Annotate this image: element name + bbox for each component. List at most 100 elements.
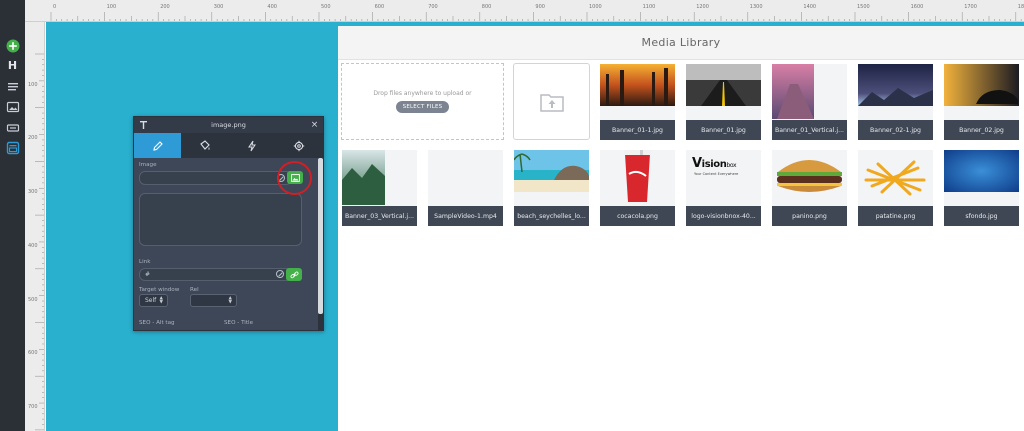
tab-actions[interactable]: [228, 133, 275, 158]
media-file-tile[interactable]: Banner_02.jpg: [944, 64, 1019, 140]
image-url-field[interactable]: [139, 171, 292, 185]
link-value: #: [145, 271, 151, 278]
media-thumbnail: [600, 64, 675, 119]
media-file-name: beach_seychelles_lo...: [514, 206, 589, 226]
media-file-tile[interactable]: Banner_01-1.jpg: [600, 64, 675, 140]
image-icon[interactable]: [4, 99, 21, 114]
media-file-tile[interactable]: panino.png: [772, 150, 847, 226]
media-file-name: Banner_01_Vertical.j...: [772, 120, 847, 140]
media-thumbnail: [944, 64, 1019, 119]
media-file-name: panino.png: [772, 206, 847, 226]
vertical-ruler: 100 200 300 400 500 600 700: [25, 22, 45, 431]
media-file-tile[interactable]: Banner_02-1.jpg: [858, 64, 933, 140]
ruler-label: 1000: [589, 4, 602, 10]
upload-dropzone[interactable]: Drop files anywhere to upload or SELECT …: [341, 63, 504, 140]
ruler-label: 900: [535, 4, 545, 10]
pencil-icon: [152, 140, 163, 151]
image-properties-panel: image.png × Image Link # Target window R…: [133, 116, 324, 331]
media-file-tile[interactable]: Banner_01.jpg: [686, 64, 761, 140]
media-file-tile[interactable]: SampleVideo-1.mp4: [428, 150, 503, 226]
rel-select[interactable]: ▲ ▼: [190, 294, 237, 307]
ruler-label: 1500: [857, 4, 870, 10]
media-thumbnail: [858, 64, 933, 119]
media-file-tile[interactable]: Banner_01_Vertical.j...: [772, 64, 847, 140]
media-file-name: sfondo.jpg: [944, 206, 1019, 226]
media-thumbnail: [428, 150, 503, 205]
media-file-name: Banner_02-1.jpg: [858, 120, 933, 140]
media-file-name: Banner_01.jpg: [686, 120, 761, 140]
pick-link-button[interactable]: [286, 268, 302, 281]
media-thumbnail: [600, 150, 675, 205]
ruler-label: 400: [267, 4, 277, 10]
link-icon: [290, 271, 298, 278]
media-file-name: SampleVideo-1.mp4: [428, 206, 503, 226]
media-thumbnail: [514, 150, 589, 205]
logo-word-a: ision: [701, 159, 727, 170]
panel-title: image.png: [211, 121, 246, 129]
close-icon[interactable]: ×: [310, 120, 319, 130]
media-file-name: patatine.png: [858, 206, 933, 226]
media-library: Media Library Drop files anywhere to upl…: [338, 26, 1024, 431]
media-icon[interactable]: [4, 140, 21, 155]
link-label: Link: [139, 259, 151, 265]
text-lines-icon[interactable]: [4, 79, 21, 94]
logo-tagline: Your Content Everywhere: [694, 172, 739, 176]
media-thumbnail: [772, 150, 847, 205]
media-file-name: cocacola.png: [600, 206, 675, 226]
seo-alt-label: SEO - Alt tag: [139, 320, 175, 326]
clear-link-icon[interactable]: [276, 270, 284, 278]
ruler-label: 700: [428, 4, 438, 10]
media-file-name: Banner_02.jpg: [944, 120, 1019, 140]
gear-icon: [293, 140, 304, 151]
folder-upload-tile[interactable]: [513, 63, 590, 140]
media-file-name: logo-visionbnox-40...: [686, 206, 761, 226]
media-thumbnail: [944, 150, 1019, 205]
ruler-label: 600: [28, 350, 38, 357]
ruler-label: 100: [106, 4, 117, 10]
media-file-tile[interactable]: Visionbox Your Content Everywhere logo-v…: [686, 150, 761, 226]
tab-settings[interactable]: [275, 133, 322, 158]
ruler-label: 100: [28, 81, 38, 88]
select-arrows-icon: ▲ ▼: [228, 296, 232, 305]
tab-content[interactable]: [134, 133, 181, 158]
image-label: Image: [139, 162, 157, 168]
select-files-button[interactable]: SELECT FILES: [395, 101, 450, 113]
media-file-tile[interactable]: cocacola.png: [600, 150, 675, 226]
media-library-title: Media Library: [338, 26, 1024, 60]
heading-glyph: H: [7, 59, 18, 72]
add-icon[interactable]: [4, 38, 21, 53]
horizontal-ruler: 0 100 200 300 400 500 600 700 800 900 1000 1100 1200…: [25, 0, 1024, 22]
ruler-label: 700: [28, 403, 38, 410]
ruler-label: 500: [28, 296, 38, 303]
media-thumbnail: [772, 64, 847, 119]
ruler-label: 800: [481, 4, 492, 10]
highlight-annotation: [277, 161, 312, 195]
editor-toolbar: H: [0, 0, 25, 431]
lightning-icon: [247, 140, 256, 151]
rel-label: Rel: [190, 287, 199, 293]
link-field[interactable]: #: [139, 268, 292, 281]
folder-upload-icon: [539, 93, 564, 112]
target-window-select[interactable]: Self ▲ ▼: [139, 294, 168, 307]
panel-scrollbar-thumb[interactable]: [318, 158, 323, 314]
ruler-label: 1200: [696, 4, 709, 10]
target-window-value: Self: [145, 297, 157, 304]
tab-style[interactable]: [181, 133, 228, 158]
media-thumbnail: [686, 64, 761, 119]
media-file-name: Banner_01-1.jpg: [600, 120, 675, 140]
panel-tabs: [134, 133, 323, 158]
image-preview-area[interactable]: [139, 193, 302, 246]
ruler-label: 400: [28, 242, 38, 249]
button-icon[interactable]: [4, 120, 21, 135]
panel-header[interactable]: image.png ×: [134, 117, 323, 133]
select-arrows-icon: ▲ ▼: [159, 296, 163, 305]
dropzone-text: Drop files anywhere to upload or: [373, 90, 472, 97]
media-file-tile[interactable]: patatine.png: [858, 150, 933, 226]
ruler-label: 1100: [642, 4, 656, 10]
heading-icon[interactable]: H: [4, 58, 21, 73]
media-file-tile[interactable]: sfondo.jpg: [944, 150, 1019, 226]
media-file-tile[interactable]: Banner_03_Vertical.j...: [342, 150, 417, 226]
media-thumbnail: Visionbox Your Content Everywhere: [686, 150, 761, 205]
media-file-tile[interactable]: beach_seychelles_lo...: [514, 150, 589, 226]
ruler-label: 200: [28, 135, 38, 142]
